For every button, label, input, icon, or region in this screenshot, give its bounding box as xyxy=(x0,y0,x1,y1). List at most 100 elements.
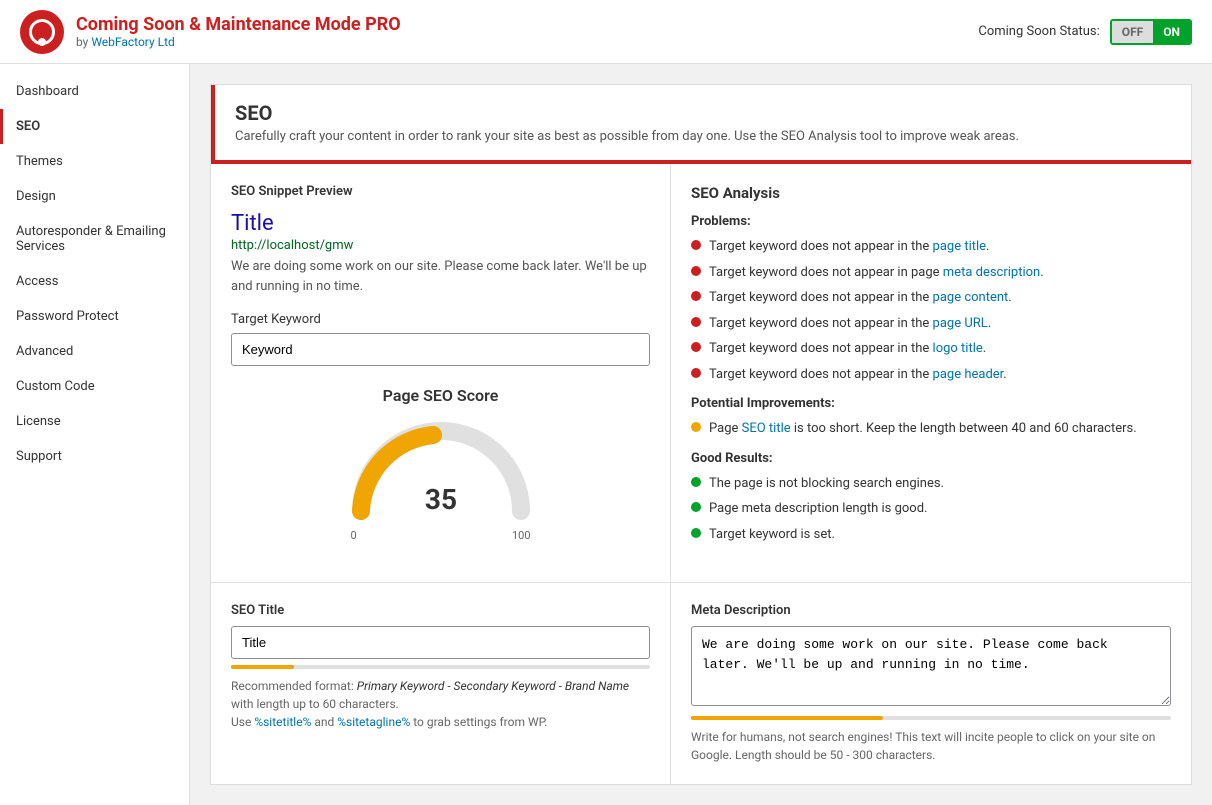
meta-progress-fill xyxy=(691,716,883,720)
sidebar-item-password-protect[interactable]: Password Protect xyxy=(0,299,189,334)
by-text: by xyxy=(76,35,88,49)
red-dot-6 xyxy=(691,368,701,378)
page-header: SEO Carefully craft your content in orde… xyxy=(211,85,1191,164)
meta-description-input[interactable]: We are doing some work on our site. Plea… xyxy=(691,626,1171,706)
good-item-1: The page is not blocking search engines. xyxy=(691,474,1171,494)
hint-recommended: Recommended format: xyxy=(231,679,354,693)
meta-description-link[interactable]: meta description xyxy=(943,265,1040,280)
page-header-link[interactable]: page header xyxy=(933,367,1004,382)
snippet-url: http://localhost/gmw xyxy=(231,238,650,253)
gauge-min: 0 xyxy=(351,529,357,542)
page-url-link[interactable]: page URL xyxy=(933,316,988,331)
orange-dot-1 xyxy=(691,422,701,432)
good-item-2: Page meta description length is good. xyxy=(691,499,1171,519)
svg-text:35: 35 xyxy=(424,483,456,516)
good-text-1: The page is not blocking search engines. xyxy=(709,474,944,494)
app-header: Coming Soon & Maintenance Mode PRO by We… xyxy=(0,0,1212,64)
good-text-2: Page meta description length is good. xyxy=(709,499,927,519)
seo-title-label: SEO Title xyxy=(231,603,650,618)
content-box: SEO Carefully craft your content in orde… xyxy=(210,84,1192,785)
problem-item-3: Target keyword does not appear in the pa… xyxy=(691,288,1171,308)
toggle-off[interactable]: OFF xyxy=(1112,21,1153,43)
seo-title-progress-fill xyxy=(231,665,294,669)
problem-text-6: Target keyword does not appear in the pa… xyxy=(709,365,1007,385)
keyword-input[interactable] xyxy=(231,333,650,366)
app-subtitle: by WebFactory Ltd xyxy=(76,35,401,49)
red-dot-4 xyxy=(691,317,701,327)
snippet-section-title: SEO Snippet Preview xyxy=(231,184,650,199)
seo-title-link[interactable]: SEO title xyxy=(742,421,791,436)
snippet-title: Title xyxy=(231,211,650,236)
green-dot-1 xyxy=(691,477,701,487)
coming-soon-toggle[interactable]: OFF ON xyxy=(1110,19,1192,45)
header-status: Coming Soon Status: OFF ON xyxy=(978,19,1192,45)
problems-label: Problems: xyxy=(691,214,1171,229)
gauge-max: 100 xyxy=(512,529,531,542)
analysis-title: SEO Analysis xyxy=(691,184,1171,202)
meta-hint: Write for humans, not search engines! Th… xyxy=(691,728,1171,764)
hint-length: with length up to 60 characters. xyxy=(231,697,399,711)
problem-item-2: Target keyword does not appear in page m… xyxy=(691,263,1171,283)
problem-text-4: Target keyword does not appear in the pa… xyxy=(709,314,991,334)
sidebar-item-dashboard[interactable]: Dashboard xyxy=(0,74,189,109)
main-content: SEO Carefully craft your content in orde… xyxy=(190,64,1212,805)
logo-title-link[interactable]: logo title xyxy=(933,341,983,356)
green-dot-2 xyxy=(691,502,701,512)
analysis-section: SEO Analysis Problems: Target keyword do… xyxy=(671,164,1191,582)
webfactory-link[interactable]: WebFactory Ltd xyxy=(91,35,174,49)
sidebar: Dashboard SEO Themes Design Autoresponde… xyxy=(0,64,190,805)
improvement-text-1: Page SEO title is too short. Keep the le… xyxy=(709,419,1137,439)
seo-title-section: SEO Title Recommended format: Primary Ke… xyxy=(211,583,671,784)
sidebar-item-seo[interactable]: SEO xyxy=(0,109,189,144)
score-section: Page SEO Score 35 0 xyxy=(231,366,650,562)
app-name-suffix: PRO xyxy=(365,14,401,35)
page-title-link[interactable]: page title xyxy=(933,239,987,254)
problem-text-5: Target keyword does not appear in the lo… xyxy=(709,339,986,359)
meta-description-section: Meta Description We are doing some work … xyxy=(671,583,1191,784)
red-dot-1 xyxy=(691,240,701,250)
page-description: Carefully craft your content in order to… xyxy=(235,129,1171,144)
red-dot-2 xyxy=(691,266,701,276)
problem-item-1: Target keyword does not appear in the pa… xyxy=(691,237,1171,257)
app-name-text: Coming Soon & Maintenance Mode xyxy=(76,14,361,35)
sidebar-item-custom-code[interactable]: Custom Code xyxy=(0,369,189,404)
header-branding: Coming Soon & Maintenance Mode PRO by We… xyxy=(20,10,401,54)
seo-title-hint: Recommended format: Primary Keyword - Se… xyxy=(231,677,650,731)
seo-title-progress-bar xyxy=(231,665,650,669)
good-item-3: Target keyword is set. xyxy=(691,525,1171,545)
meta-description-label: Meta Description xyxy=(691,603,1171,618)
gauge: 35 0 100 xyxy=(351,421,531,542)
sidebar-item-advanced[interactable]: Advanced xyxy=(0,334,189,369)
improvement-item-1: Page SEO title is too short. Keep the le… xyxy=(691,419,1171,439)
problem-item-4: Target keyword does not appear in the pa… xyxy=(691,314,1171,334)
score-title: Page SEO Score xyxy=(231,386,650,405)
good-label: Good Results: xyxy=(691,451,1171,466)
problem-item-6: Target keyword does not appear in the pa… xyxy=(691,365,1171,385)
keyword-label: Target Keyword xyxy=(231,312,650,327)
sidebar-item-autoresponder[interactable]: Autoresponder & Emailing Services xyxy=(0,214,189,264)
sidebar-item-access[interactable]: Access xyxy=(0,264,189,299)
seo-title-input[interactable] xyxy=(231,626,650,659)
app-title: Coming Soon & Maintenance Mode PRO xyxy=(76,14,401,35)
sidebar-item-design[interactable]: Design xyxy=(0,179,189,214)
green-dot-3 xyxy=(691,528,701,538)
problem-item-5: Target keyword does not appear in the lo… xyxy=(691,339,1171,359)
problem-text-3: Target keyword does not appear in the pa… xyxy=(709,288,1012,308)
main-layout: Dashboard SEO Themes Design Autoresponde… xyxy=(0,64,1212,805)
good-text-3: Target keyword is set. xyxy=(709,525,835,545)
red-dot-5 xyxy=(691,342,701,352)
bottom-section: SEO Title Recommended format: Primary Ke… xyxy=(211,583,1191,784)
hint-vars: Use %sitetitle% and %sitetagline% to gra… xyxy=(231,715,547,729)
snippet-description: We are doing some work on our site. Plea… xyxy=(231,257,650,296)
status-label: Coming Soon Status: xyxy=(978,24,1099,39)
sidebar-item-license[interactable]: License xyxy=(0,404,189,439)
sidebar-item-support[interactable]: Support xyxy=(0,439,189,474)
sidebar-item-themes[interactable]: Themes xyxy=(0,144,189,179)
snippet-section: SEO Snippet Preview Title http://localho… xyxy=(211,164,671,582)
hint-format: Primary Keyword - Secondary Keyword - Br… xyxy=(357,679,629,693)
toggle-on[interactable]: ON xyxy=(1153,21,1190,43)
page-content-link[interactable]: page content xyxy=(933,290,1009,305)
meta-progress-bar xyxy=(691,716,1171,720)
top-section: SEO Snippet Preview Title http://localho… xyxy=(211,164,1191,583)
problem-text-1: Target keyword does not appear in the pa… xyxy=(709,237,989,257)
